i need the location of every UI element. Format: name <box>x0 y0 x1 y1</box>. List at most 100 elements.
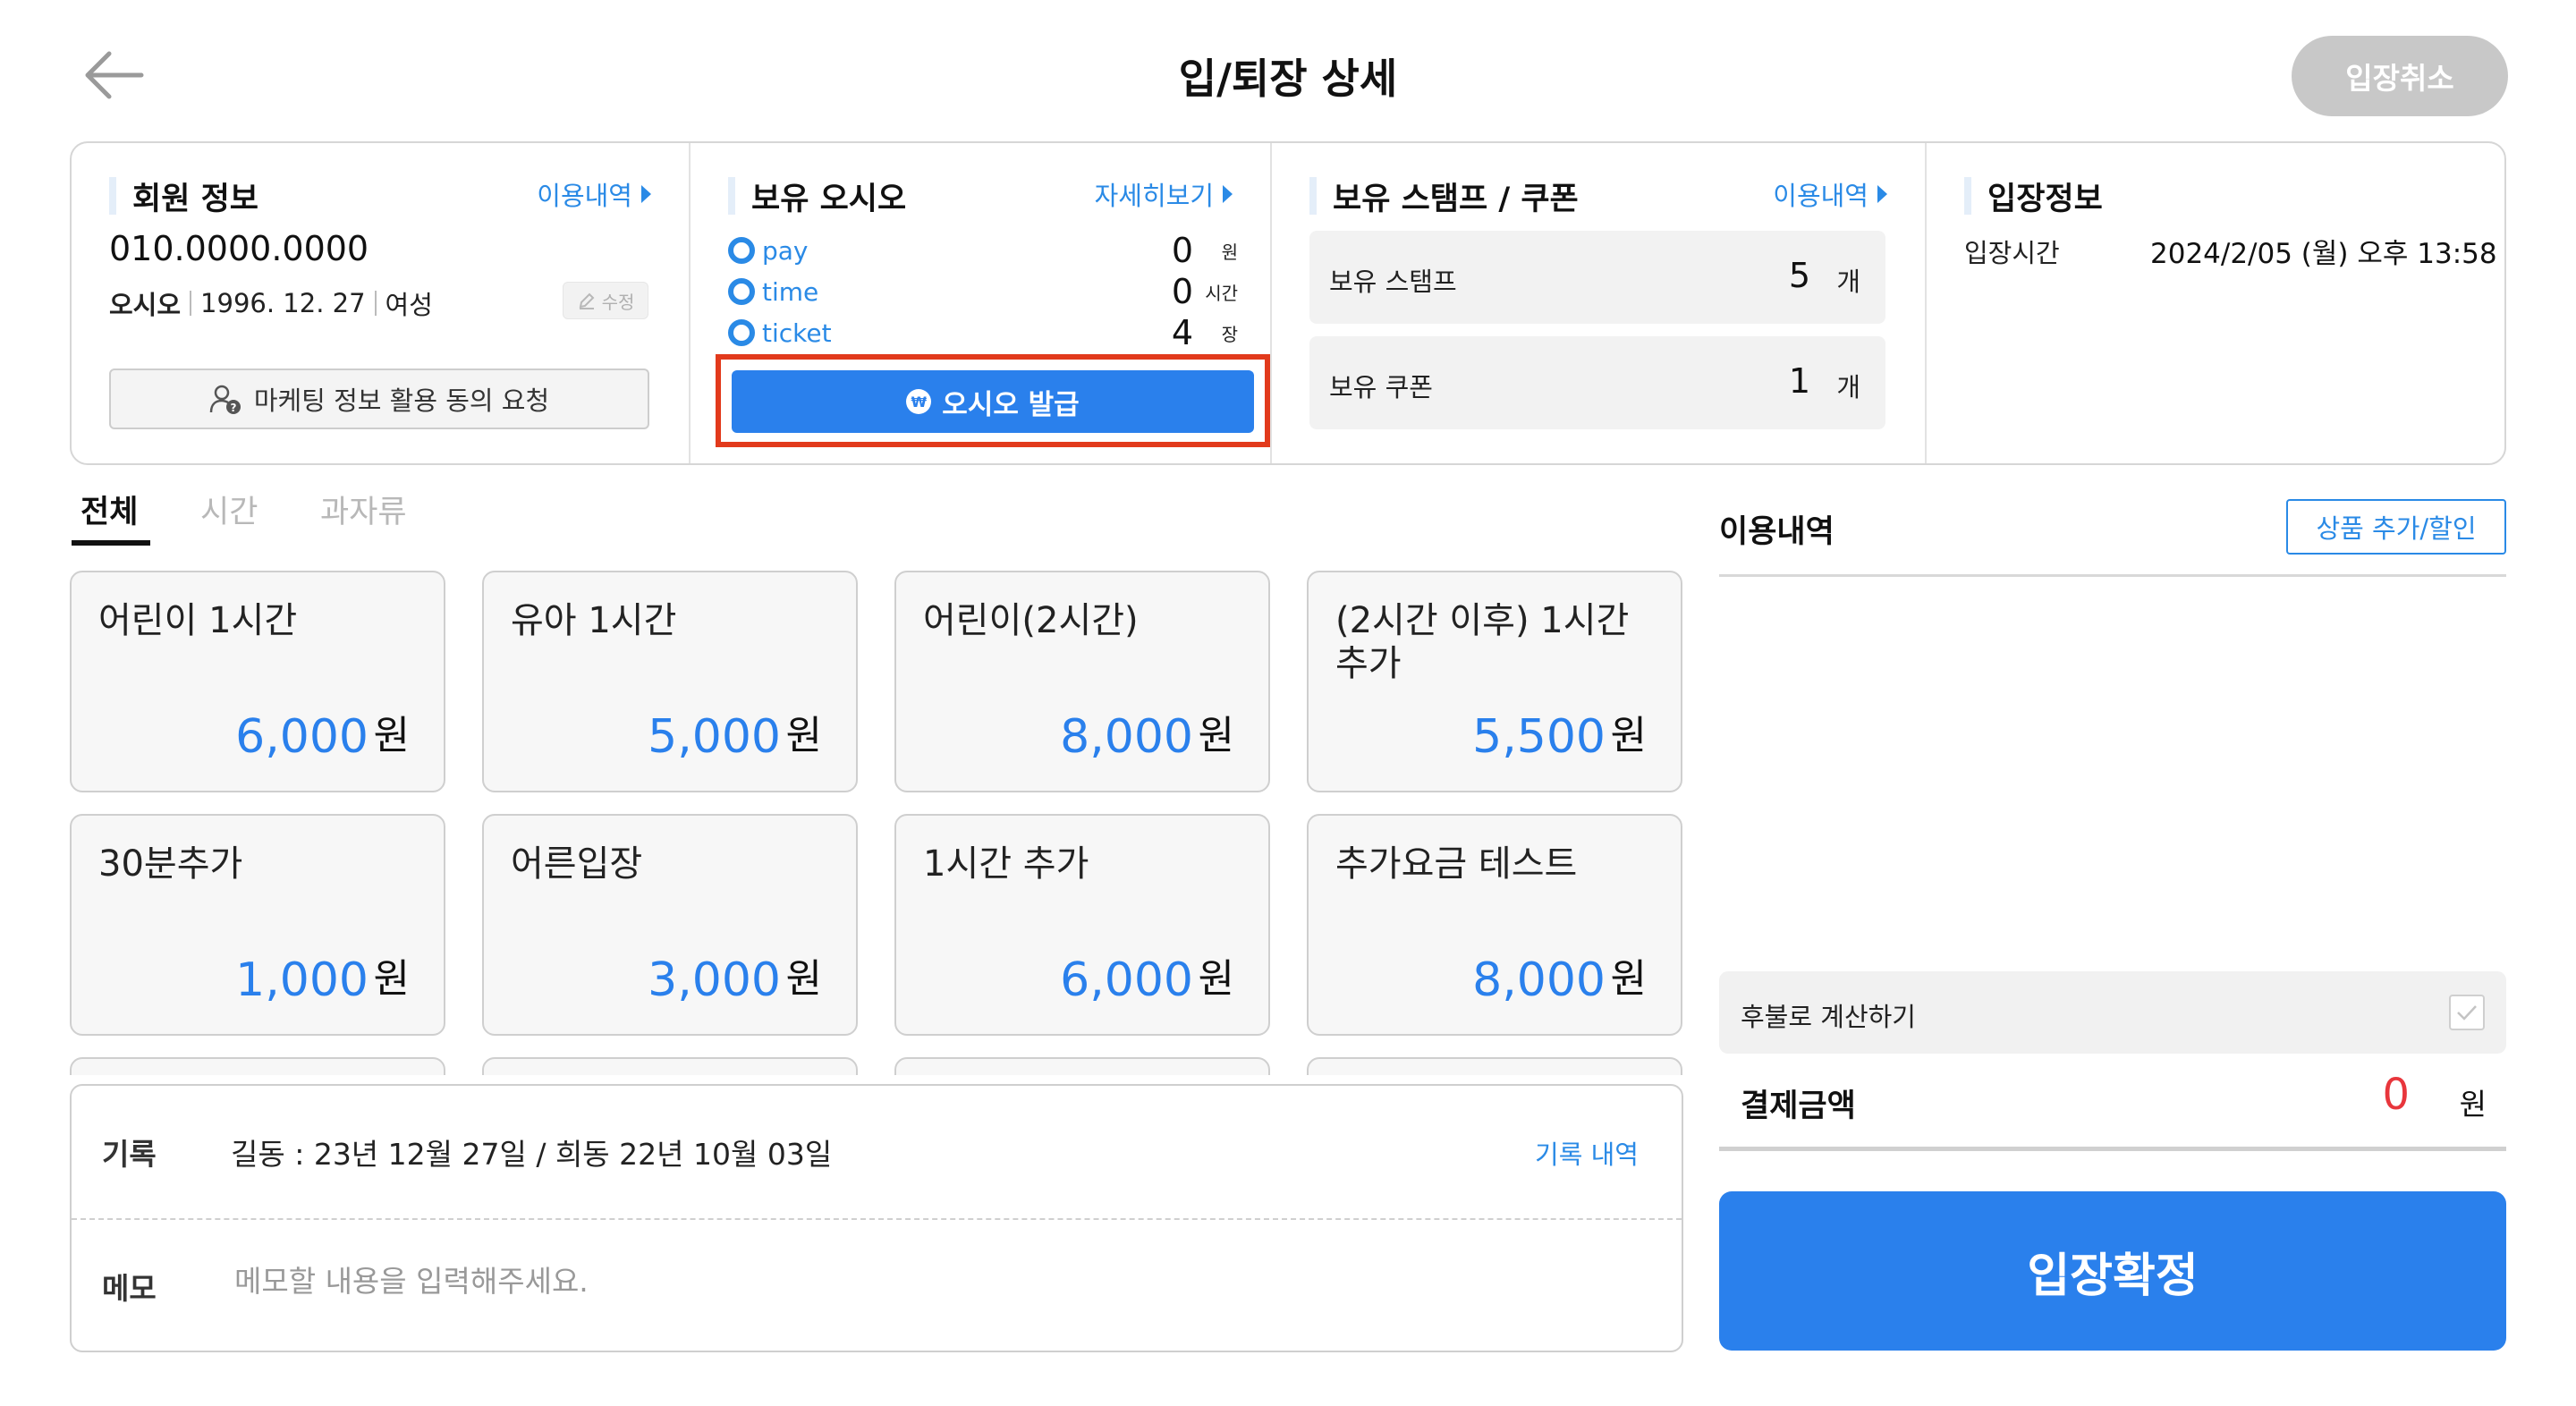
points-pay-row: pay 0 원 <box>728 231 1238 270</box>
points-ticket-name: ticket <box>762 318 832 348</box>
caret-right-icon <box>1877 185 1887 203</box>
coupon-unit: 개 <box>1836 372 1860 402</box>
product-name: 어린이 1시간 <box>98 600 298 641</box>
page-title: 입/퇴장 상세 <box>1178 55 1398 103</box>
tab-all[interactable]: 전체 <box>80 487 138 532</box>
entry-time-label: 입장시간 <box>1964 238 2060 268</box>
active-tab-indicator <box>72 540 150 546</box>
points-pay-value: 0 <box>1171 231 1193 270</box>
usage-title: 이용내역 <box>1719 514 1835 550</box>
record-text: 길동 : 23년 12월 27일 / 희동 22년 10월 03일 <box>231 1137 833 1172</box>
points-section: 보유 오시오 자세히보기 pay 0 원 time 0 시간 ticket 4 … <box>691 143 1270 463</box>
payment-amount-unit: 원 <box>2459 1087 2487 1122</box>
cancel-entry-button[interactable]: 입장취소 <box>2292 36 2508 116</box>
svg-text:?: ? <box>230 402 236 414</box>
payment-divider <box>1719 1147 2506 1151</box>
product-name: 1시간 추가 <box>923 843 1089 885</box>
product-price: 8,000 <box>1472 953 1606 1007</box>
confirm-entry-button[interactable]: 입장확정 <box>1719 1191 2506 1351</box>
tab-snacks[interactable]: 과자류 <box>320 487 407 532</box>
points-time-unit: 시간 <box>1205 282 1238 304</box>
record-history-link[interactable]: 기록 내역 <box>1535 1134 1639 1172</box>
product-price: 8,000 <box>1060 710 1193 764</box>
marketing-consent-button[interactable]: ? 마케팅 정보 활용 동의 요청 <box>109 368 649 429</box>
usage-header-divider <box>1719 574 2506 577</box>
ring-icon <box>728 237 755 264</box>
check-icon <box>2457 1005 2477 1021</box>
product-card-partial[interactable] <box>1307 1057 1682 1075</box>
product-currency: 원 <box>373 713 410 758</box>
memo-input[interactable] <box>234 1254 1630 1308</box>
stamps-history-link[interactable]: 이용내역 <box>1773 175 1887 213</box>
stamp-label: 보유 스탬프 <box>1329 267 1457 297</box>
ring-icon <box>728 319 755 346</box>
stamps-section: 보유 스탬프 / 쿠폰 이용내역 보유 스탬프 5 개 보유 쿠폰 1 개 <box>1272 143 1925 463</box>
product-price: 1,000 <box>235 953 369 1007</box>
postpay-label: 후불로 계산하기 <box>1741 1002 1916 1032</box>
member-birth: 1996. 12. 27 <box>200 288 366 318</box>
points-time-row: time 0 시간 <box>728 272 1238 311</box>
memo-label: 메모 <box>102 1271 157 1306</box>
member-phone: 010.0000.0000 <box>109 229 369 268</box>
points-ticket-unit: 장 <box>1221 323 1238 345</box>
caret-right-icon <box>641 185 651 203</box>
issue-points-button[interactable]: ₩ 오시오 발급 <box>732 370 1254 433</box>
product-card[interactable]: (2시간 이후) 1시간 추가 5,500 원 <box>1307 571 1682 792</box>
member-info-section: 회원 정보 이용내역 010.0000.0000 오시오 1996. 12. 2… <box>72 143 689 463</box>
product-card[interactable]: 어른입장 3,000 원 <box>482 814 858 1036</box>
product-card-partial[interactable] <box>482 1057 858 1075</box>
entry-info-section: 입장정보 입장시간 2024/2/05 (월) 오후 13:58 <box>1927 143 2504 463</box>
dashed-divider <box>72 1218 1682 1220</box>
user-question-icon: ? <box>209 385 241 414</box>
product-name: 추가요금 테스트 <box>1335 843 1578 885</box>
issue-highlight-box: ₩ 오시오 발급 <box>716 354 1270 447</box>
product-currency: 원 <box>785 713 822 758</box>
product-price: 3,000 <box>648 953 781 1007</box>
entry-section-title: 입장정보 <box>1964 174 2103 219</box>
stamp-count: 5 <box>1788 256 1810 295</box>
coupon-count: 1 <box>1788 361 1810 401</box>
product-currency: 원 <box>1610 956 1647 1002</box>
pencil-icon <box>579 292 595 309</box>
product-card-partial[interactable] <box>70 1057 445 1075</box>
product-currency: 원 <box>785 956 822 1002</box>
product-name: 어른입장 <box>511 843 643 885</box>
entry-time-value: 2024/2/05 (월) 오후 13:58 <box>2150 238 2497 270</box>
stamps-history-link-label: 이용내역 <box>1773 181 1868 211</box>
won-coin-icon: ₩ <box>906 389 932 414</box>
product-currency: 원 <box>373 956 410 1002</box>
add-product-discount-button[interactable]: 상품 추가/할인 <box>2286 499 2506 555</box>
record-label: 기록 <box>102 1137 157 1172</box>
stamp-count-box: 보유 스탬프 5 개 <box>1309 231 1885 324</box>
member-history-link-label: 이용내역 <box>537 181 632 211</box>
product-card[interactable]: 추가요금 테스트 8,000 원 <box>1307 814 1682 1036</box>
stamp-unit: 개 <box>1836 267 1860 297</box>
postpay-option[interactable]: 후불로 계산하기 <box>1719 971 2506 1054</box>
product-price: 5,000 <box>648 710 781 764</box>
tab-time[interactable]: 시간 <box>200 487 258 532</box>
coupon-count-box: 보유 쿠폰 1 개 <box>1309 336 1885 429</box>
product-card-partial[interactable] <box>894 1057 1270 1075</box>
points-detail-link[interactable]: 자세히보기 <box>1095 175 1233 213</box>
points-pay-name: pay <box>762 235 809 266</box>
points-ticket-row: ticket 4 장 <box>728 313 1238 352</box>
product-card[interactable]: 어린이(2시간) 8,000 원 <box>894 571 1270 792</box>
separator <box>374 291 377 316</box>
usage-list <box>1719 578 2506 971</box>
edit-member-button[interactable]: 수정 <box>563 282 648 319</box>
product-card[interactable]: 어린이 1시간 6,000 원 <box>70 571 445 792</box>
product-card[interactable]: 30분추가 1,000 원 <box>70 814 445 1036</box>
product-name: (2시간 이후) 1시간 추가 <box>1335 600 1630 684</box>
product-name: 30분추가 <box>98 843 243 885</box>
issue-points-label: 오시오 발급 <box>942 388 1080 421</box>
marketing-consent-label: 마케팅 정보 활용 동의 요청 <box>253 385 550 416</box>
member-history-link[interactable]: 이용내역 <box>537 175 651 213</box>
product-currency: 원 <box>1610 713 1647 758</box>
product-card[interactable]: 1시간 추가 6,000 원 <box>894 814 1270 1036</box>
member-gender: 여성 <box>385 290 433 320</box>
stamps-section-title: 보유 스탬프 / 쿠폰 <box>1309 174 1579 219</box>
postpay-checkbox[interactable] <box>2449 995 2485 1030</box>
product-currency: 원 <box>1198 956 1234 1002</box>
separator <box>190 291 192 316</box>
product-card[interactable]: 유아 1시간 5,000 원 <box>482 571 858 792</box>
